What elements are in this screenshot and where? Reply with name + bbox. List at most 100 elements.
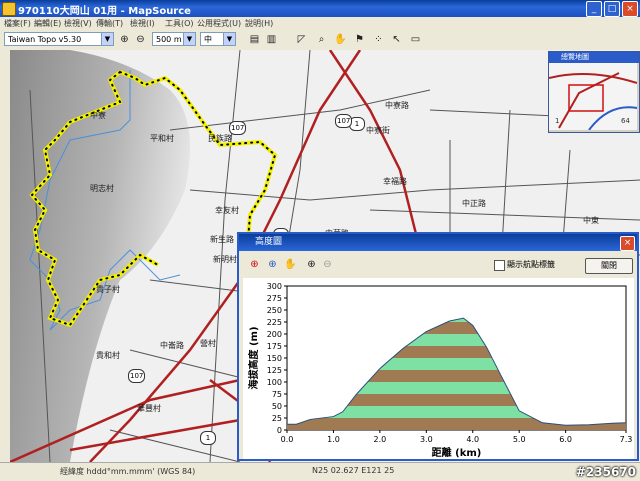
map-label: 華豐村	[137, 404, 161, 413]
x-tick-label: 1.0	[327, 435, 340, 444]
dialog-close-icon[interactable]: ×	[620, 236, 635, 251]
y-tick-label: 75	[272, 390, 282, 399]
zoom-in-icon[interactable]: ⊕	[117, 33, 132, 47]
map-label: 營村	[200, 339, 216, 348]
map-label: 貴子村	[96, 285, 120, 294]
hand-icon[interactable]: ✋	[283, 258, 298, 272]
map-label: 中東	[583, 216, 599, 225]
y-tick-label: 250	[267, 306, 282, 315]
zoom-scale-value: 500 m	[156, 35, 182, 44]
y-tick-label: 0	[277, 426, 282, 435]
map-label: 民族路	[208, 134, 232, 143]
zoom-out-icon[interactable]: ⊖	[320, 258, 335, 272]
close-button[interactable]: ×	[622, 1, 638, 17]
map-label: 中寮路	[385, 101, 409, 110]
y-tick-label: 300	[267, 282, 282, 291]
y-tick-label: 225	[267, 318, 282, 327]
crosshair-red-icon[interactable]: ⊕	[247, 258, 262, 272]
menu-edit[interactable]: 編輯(E)	[34, 18, 61, 29]
elevation-profile-plot[interactable]: 0 25 50 75 100 125 150 175 200 225 250 275 300 0.0 1.0…	[243, 278, 634, 459]
map-label: 新明村	[213, 255, 237, 264]
coord-format: 經緯度 hddd°mm.mmm' (WGS 84)	[60, 467, 196, 476]
product-select[interactable]: Taiwan Topo v5.30 ▼	[4, 32, 114, 46]
overview-north-label: 1	[555, 117, 559, 125]
map-label: 中正路	[462, 199, 486, 208]
pointer-tool-icon[interactable]: ↖	[389, 33, 404, 47]
x-tick-label: 2.0	[374, 435, 387, 444]
route-shield: 107	[128, 369, 146, 383]
y-tick-label: 150	[267, 354, 282, 363]
profile-dialog-titlebar: 高度圖 ×	[239, 234, 637, 251]
elevation-chart: 0 25 50 75 100 125 150 175 200 225 250 275 300 0.0 1.0…	[247, 282, 633, 459]
chevron-down-icon: ▼	[223, 33, 235, 45]
app-icon	[2, 2, 16, 16]
detail-value: 中	[204, 35, 212, 44]
menu-utilities[interactable]: 公用程式(U)	[197, 18, 241, 29]
y-tick-label: 200	[267, 330, 282, 339]
zoom-tool-icon[interactable]: ⌕	[314, 33, 329, 47]
toolbar: Taiwan Topo v5.30 ▼ ⊕ ⊖ 500 m ▼ 中 ▼ ▤ ▥ …	[0, 30, 640, 51]
route-shield: 107	[229, 121, 247, 135]
overview-title: 總覽地圖	[549, 52, 639, 63]
x-tick-label: 4.0	[466, 435, 479, 444]
map-label: 中寮	[90, 111, 106, 120]
menu-transfer[interactable]: 傳輸(T)	[96, 18, 123, 29]
overview-map-canvas: 1 64	[549, 63, 637, 130]
x-tick-label: 5.0	[513, 435, 526, 444]
window-title: 970110大岡山 01用 - MapSource	[18, 6, 191, 17]
status-bar: 經緯度 hddd°mm.mmm' (WGS 84) N25 02.627 E12…	[0, 462, 640, 481]
x-tick-label: 6.0	[559, 435, 572, 444]
receive-from-device-icon[interactable]: ▤	[247, 33, 262, 47]
menu-view[interactable]: 檢視(V)	[64, 18, 92, 29]
menu-tools[interactable]: 工具(O)	[165, 18, 194, 29]
route-shield: 107	[335, 114, 353, 128]
map-label: 平和村	[150, 134, 174, 143]
map-label: 貴和村	[96, 351, 120, 360]
zoom-out-icon[interactable]: ⊖	[133, 33, 148, 47]
menu-bar: 檔案(F) 編輯(E) 檢視(V) 傳輸(T) 檢視(I) 工具(O) 公用程式…	[0, 17, 640, 30]
x-tick-label: 7.3	[620, 435, 633, 444]
map-label: 幸友村	[215, 206, 239, 215]
crosshair-blue-icon[interactable]: ⊕	[265, 258, 280, 272]
detail-select[interactable]: 中 ▼	[200, 32, 236, 46]
x-tick-label: 3.0	[420, 435, 433, 444]
menu-inspect[interactable]: 檢視(I)	[130, 18, 155, 29]
y-tick-label: 275	[267, 294, 282, 303]
chevron-down-icon: ▼	[183, 33, 195, 45]
zoom-scale-select[interactable]: 500 m ▼	[152, 32, 196, 46]
product-select-value: Taiwan Topo v5.30	[8, 35, 82, 44]
zoom-in-icon[interactable]: ⊕	[304, 258, 319, 272]
overview-map-window[interactable]: 總覽地圖 1 64	[548, 51, 640, 133]
y-tick-label: 125	[267, 366, 282, 375]
route-shield: 1	[200, 431, 216, 445]
x-axis-label: 距離 (km)	[432, 446, 482, 459]
map-label: 中寮街	[366, 126, 390, 135]
y-axis-label: 海拔高度 (m)	[247, 326, 260, 389]
profile-dialog-title: 高度圖	[255, 237, 283, 247]
menu-file[interactable]: 檔案(F)	[4, 18, 31, 29]
show-waypoint-labels-checkbox[interactable]	[494, 260, 505, 271]
menu-help[interactable]: 說明(H)	[245, 18, 273, 29]
minimize-button[interactable]: _	[586, 1, 602, 17]
y-tick-label: 50	[272, 402, 282, 411]
maximize-button[interactable]: □	[604, 1, 620, 17]
route-tool-icon[interactable]: ⁘	[371, 33, 386, 47]
send-to-device-icon[interactable]: ▥	[264, 33, 279, 47]
x-tick-label: 0.0	[281, 435, 294, 444]
overview-scale-label: 64	[621, 117, 630, 125]
map-select-tool-icon[interactable]: ◸	[294, 33, 309, 47]
watermark: #235670	[575, 465, 636, 479]
cursor-position: N25 02.627 E121 25	[312, 466, 395, 475]
waypoint-flag-icon[interactable]: ⚑	[352, 33, 367, 47]
y-tick-label: 100	[267, 378, 282, 387]
chevron-down-icon: ▼	[101, 33, 113, 45]
show-waypoint-labels-label: 顯示航點標籤	[507, 260, 555, 269]
map-label: 明志村	[90, 184, 114, 193]
map-label: 新生路	[210, 235, 234, 244]
hand-tool-icon[interactable]: ✋	[333, 33, 348, 47]
close-dialog-button[interactable]: 關閉	[585, 258, 633, 274]
map-label: 幸福路	[383, 177, 407, 186]
measure-tool-icon[interactable]: ▭	[408, 33, 423, 47]
title-bar: 970110大岡山 01用 - MapSource _ □ ×	[0, 0, 640, 17]
profile-dialog: 高度圖 × ⊕ ⊕ ✋ ⊕ ⊖ 顯示航點標籤 關閉 0 25 50 75 100 125 1…	[237, 232, 639, 461]
